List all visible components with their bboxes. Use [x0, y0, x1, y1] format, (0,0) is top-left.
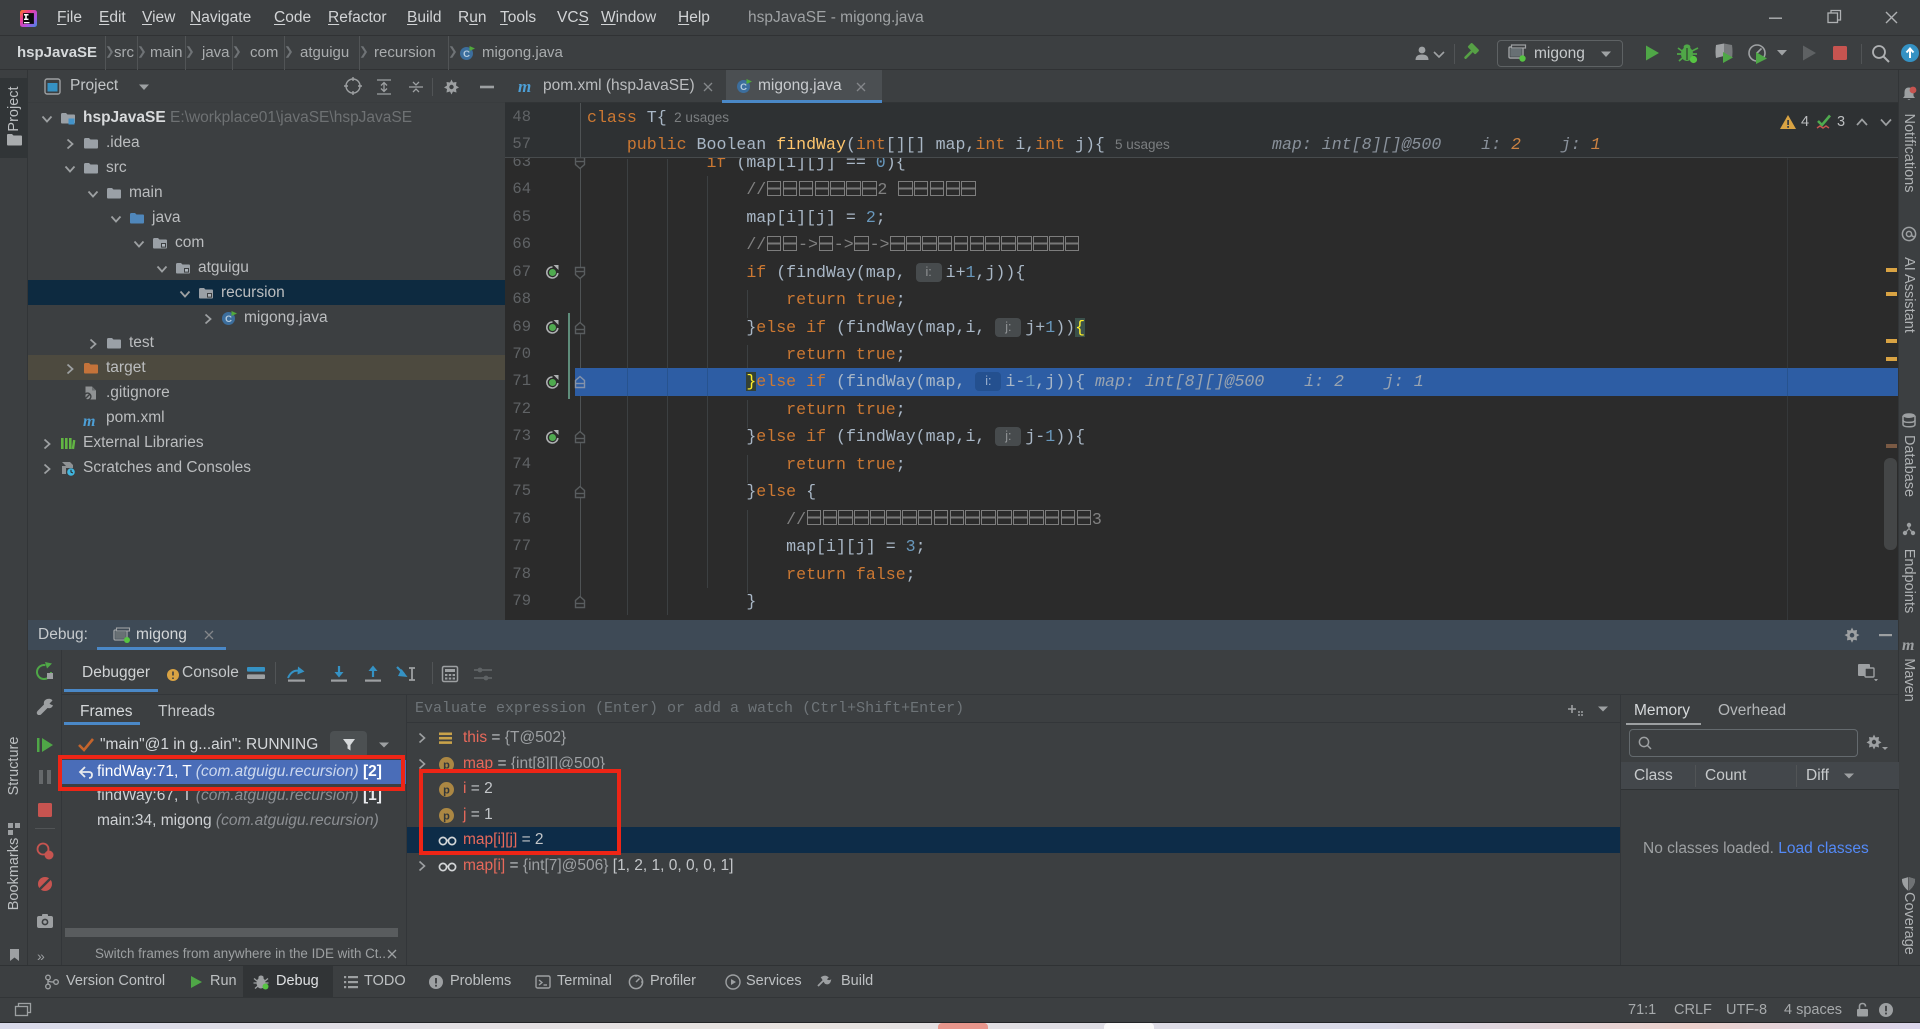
svg-text:C: C: [225, 314, 232, 325]
svg-text:C: C: [740, 82, 747, 93]
svg-text:C: C: [463, 49, 470, 60]
